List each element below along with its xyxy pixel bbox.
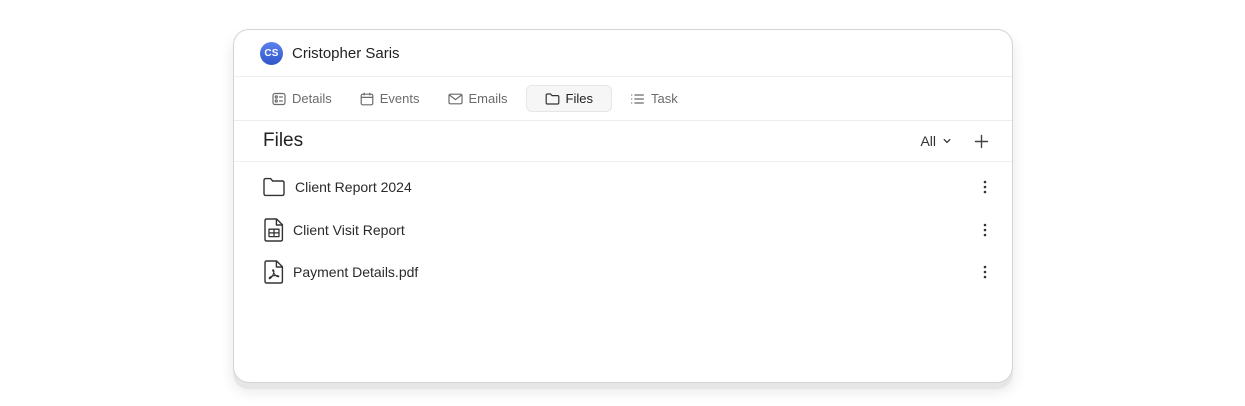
- tab-label: Details: [292, 91, 332, 106]
- folder-icon: [262, 175, 286, 199]
- tab-label: Emails: [468, 91, 508, 106]
- tab-files[interactable]: Files: [525, 85, 612, 112]
- tab-emails[interactable]: Emails: [438, 85, 518, 112]
- files-toolbar: Files All: [234, 121, 1012, 162]
- filter-dropdown[interactable]: All: [920, 133, 952, 149]
- files-title: Files: [263, 130, 304, 151]
- spreadsheet-file-icon: [262, 218, 286, 242]
- tab-label: Task: [650, 91, 678, 106]
- list-item[interactable]: Client Report 2024: [234, 166, 1012, 209]
- folder-icon: [545, 92, 559, 105]
- file-name: Client Report 2024: [295, 179, 412, 196]
- more-vertical-icon: [983, 265, 987, 279]
- contact-header: CS Cristopher Saris: [234, 30, 1012, 77]
- tab-task[interactable]: Task: [620, 85, 688, 112]
- pdf-file-icon: [262, 260, 286, 284]
- details-icon: [272, 92, 286, 105]
- more-vertical-icon: [983, 223, 987, 237]
- more-options-button[interactable]: [980, 221, 990, 239]
- file-name: Client Visit Report: [293, 221, 405, 238]
- avatar[interactable]: CS: [260, 41, 283, 65]
- list-item[interactable]: Client Visit Report: [234, 209, 1012, 252]
- add-file-button[interactable]: [972, 132, 990, 150]
- tab-label: Events: [379, 91, 420, 106]
- tab-bar: Details Events Emails Files Task: [234, 77, 1012, 121]
- list-icon: [631, 93, 644, 104]
- list-item[interactable]: Payment Details.pdf: [234, 251, 1012, 294]
- plus-icon: [974, 134, 988, 148]
- file-name: Payment Details.pdf: [293, 264, 419, 281]
- chevron-down-icon: [943, 138, 951, 144]
- more-vertical-icon: [983, 180, 987, 194]
- avatar-initials: CS: [264, 47, 279, 59]
- tab-details[interactable]: Details: [262, 85, 342, 112]
- filter-label: All: [920, 133, 936, 149]
- file-list: Client Report 2024 Client Visit Report P…: [234, 162, 1012, 294]
- contact-card: CS Cristopher Saris Details Events Email…: [233, 29, 1013, 383]
- tab-events[interactable]: Events: [350, 85, 430, 112]
- mail-icon: [447, 93, 463, 104]
- more-options-button[interactable]: [980, 178, 990, 196]
- more-options-button[interactable]: [980, 263, 990, 281]
- calendar-icon: [360, 92, 374, 105]
- tab-label: Files: [565, 91, 593, 106]
- contact-name: Cristopher Saris: [292, 44, 400, 62]
